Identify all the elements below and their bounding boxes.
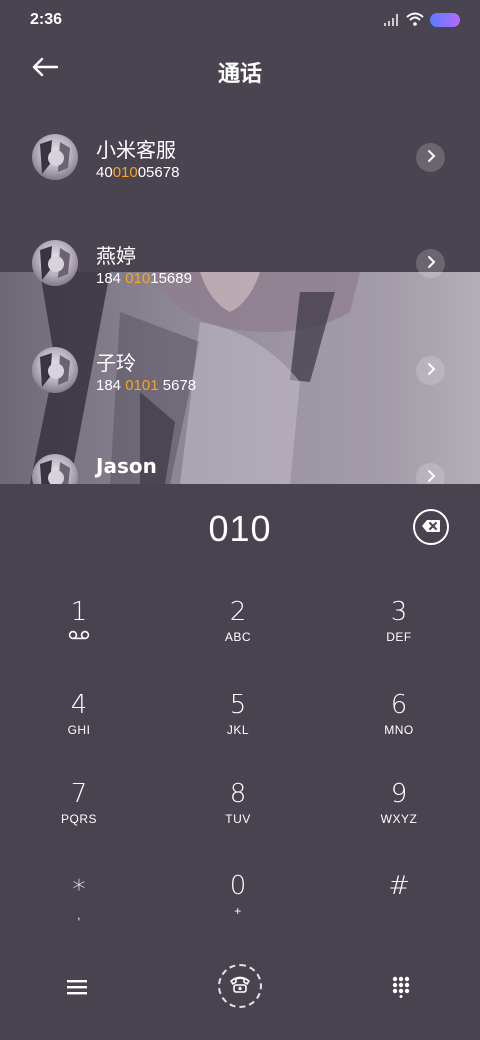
- contact-name: 燕婷: [96, 244, 136, 268]
- key-2[interactable]: 2 ABC: [178, 596, 298, 666]
- menu-button[interactable]: [62, 974, 92, 1004]
- avatar: [32, 134, 78, 180]
- page-title: 通话: [217, 62, 262, 87]
- contact-name: 小米客服: [96, 138, 176, 162]
- contact-detail-button[interactable]: [416, 463, 445, 484]
- contact-detail-button[interactable]: [416, 143, 445, 172]
- contact-detail-button[interactable]: [416, 356, 445, 385]
- status-time: 2:36: [30, 11, 63, 28]
- contact-detail-button[interactable]: [416, 249, 445, 278]
- keypad-toggle-button[interactable]: [386, 974, 416, 1004]
- key-3[interactable]: 3 DEF: [339, 596, 459, 666]
- battery-icon: [430, 13, 460, 27]
- wifi-icon: [406, 11, 424, 30]
- avatar: [32, 347, 78, 393]
- voicemail-icon: [19, 628, 139, 646]
- header: 通话: [0, 44, 480, 96]
- dialpad-panel: 010 1 2 ABC 3 DEF 4 GHI 5 JKL 6 MNO 7 PQ…: [0, 484, 480, 1040]
- avatar: [32, 240, 78, 286]
- contact-row[interactable]: Jason: [0, 438, 480, 484]
- signal-icon: [384, 11, 400, 30]
- chevron-right-icon: [426, 468, 436, 484]
- phone-call-icon: [229, 974, 251, 998]
- key-4[interactable]: 4 GHI: [19, 689, 139, 759]
- contact-number: 184 01015689: [96, 270, 192, 287]
- key-star[interactable]: * ,: [19, 874, 139, 944]
- key-5[interactable]: 5 JKL: [178, 689, 298, 759]
- contact-name: Jason: [96, 454, 157, 478]
- chevron-right-icon: [426, 254, 436, 273]
- chevron-right-icon: [426, 148, 436, 167]
- key-9[interactable]: 9 WXYZ: [339, 778, 459, 848]
- bottom-bar: [0, 954, 480, 1024]
- backspace-button[interactable]: [413, 509, 449, 545]
- dialed-number: 010: [208, 508, 272, 549]
- status-icons: [384, 12, 460, 28]
- chevron-right-icon: [426, 361, 436, 380]
- contact-row[interactable]: 小米客服 4001005678: [0, 118, 480, 198]
- backspace-icon: [421, 518, 441, 537]
- key-1[interactable]: 1: [19, 596, 139, 666]
- contact-row[interactable]: 燕婷 184 01015689: [0, 224, 480, 304]
- keypad-icon: [392, 976, 410, 1002]
- contact-number: 4001005678: [96, 164, 180, 181]
- key-0[interactable]: 0 +: [178, 870, 298, 940]
- menu-icon: [67, 979, 87, 999]
- contact-row[interactable]: 子玲 184 0101 5678: [0, 331, 480, 411]
- call-button[interactable]: [218, 964, 262, 1008]
- key-8[interactable]: 8 TUV: [178, 778, 298, 848]
- call-log-panel: 2:36 通话 小米客服 4001005678 燕婷 184 01015689 …: [0, 0, 480, 484]
- key-hash[interactable]: #: [339, 870, 459, 940]
- avatar: [32, 454, 78, 484]
- key-6[interactable]: 6 MNO: [339, 689, 459, 759]
- status-bar: 2:36: [0, 0, 480, 40]
- contact-number: 184 0101 5678: [96, 377, 197, 394]
- contact-name: 子玲: [96, 351, 136, 375]
- key-7[interactable]: 7 PQRS: [19, 778, 139, 848]
